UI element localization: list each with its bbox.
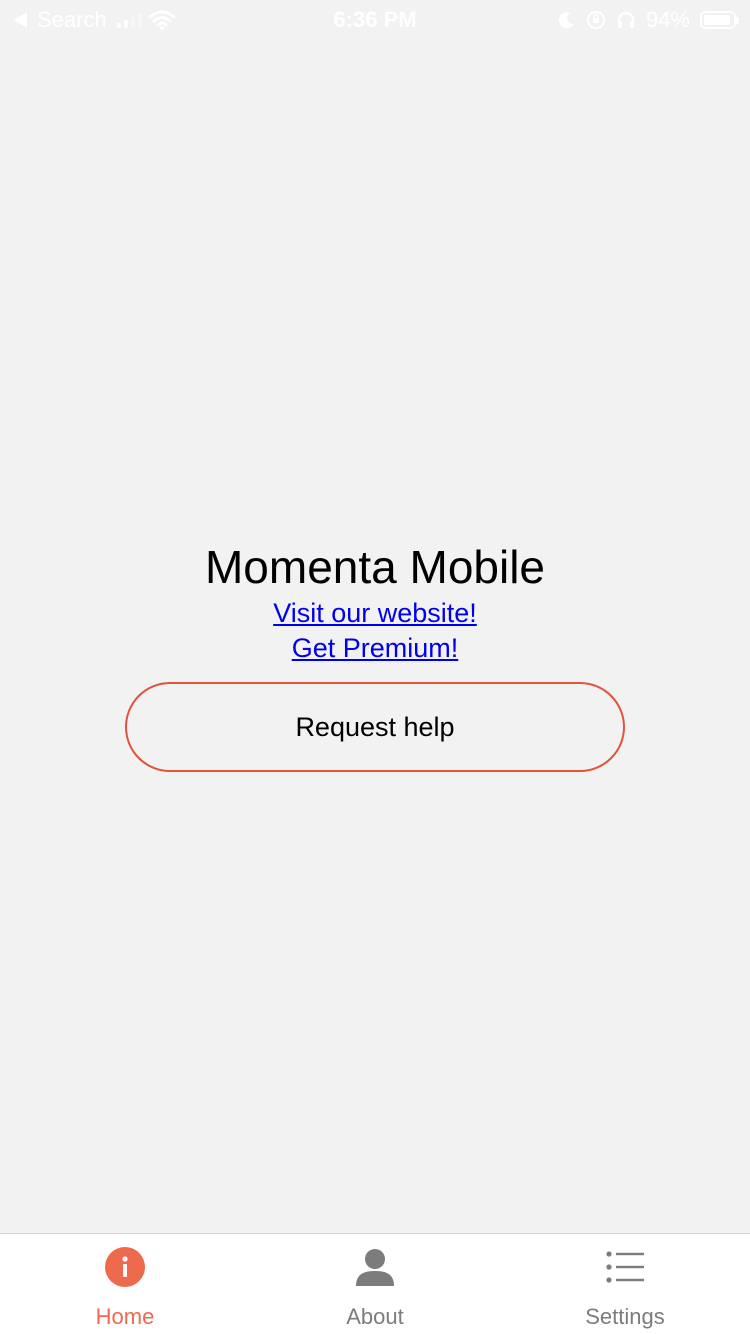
main-content: Momenta Mobile Visit our website! Get Pr… [0,538,750,772]
tab-settings[interactable]: Settings [500,1234,750,1334]
tab-home[interactable]: Home [0,1234,250,1334]
visit-website-link[interactable]: Visit our website! [0,596,750,631]
battery-percent: 94% [645,7,690,32]
app-screen: Search 6:36 PM 94% Momenta Mobile Visit … [0,0,750,1334]
get-premium-link[interactable]: Get Premium! [0,631,750,666]
headphones-icon [617,11,635,28]
battery-icon [700,11,739,29]
person-icon [356,1249,394,1286]
info-circle-icon [105,1247,145,1287]
tab-about-label: About [346,1304,404,1329]
tab-home-label: Home [95,1304,155,1329]
list-icon [606,1251,644,1283]
tab-bar: Home About Settings [0,1233,750,1334]
tab-settings-label: Settings [585,1304,665,1329]
battery-level-fill [704,15,730,25]
app-title: Momenta Mobile [204,541,546,593]
tab-about[interactable]: About [250,1234,500,1334]
request-help-button[interactable]: Request help [125,682,625,772]
status-right-group: 94% [558,7,739,33]
status-bar: Search 6:36 PM 94% [0,0,750,40]
orientation-lock-icon [586,11,605,29]
moon-icon [558,12,574,29]
